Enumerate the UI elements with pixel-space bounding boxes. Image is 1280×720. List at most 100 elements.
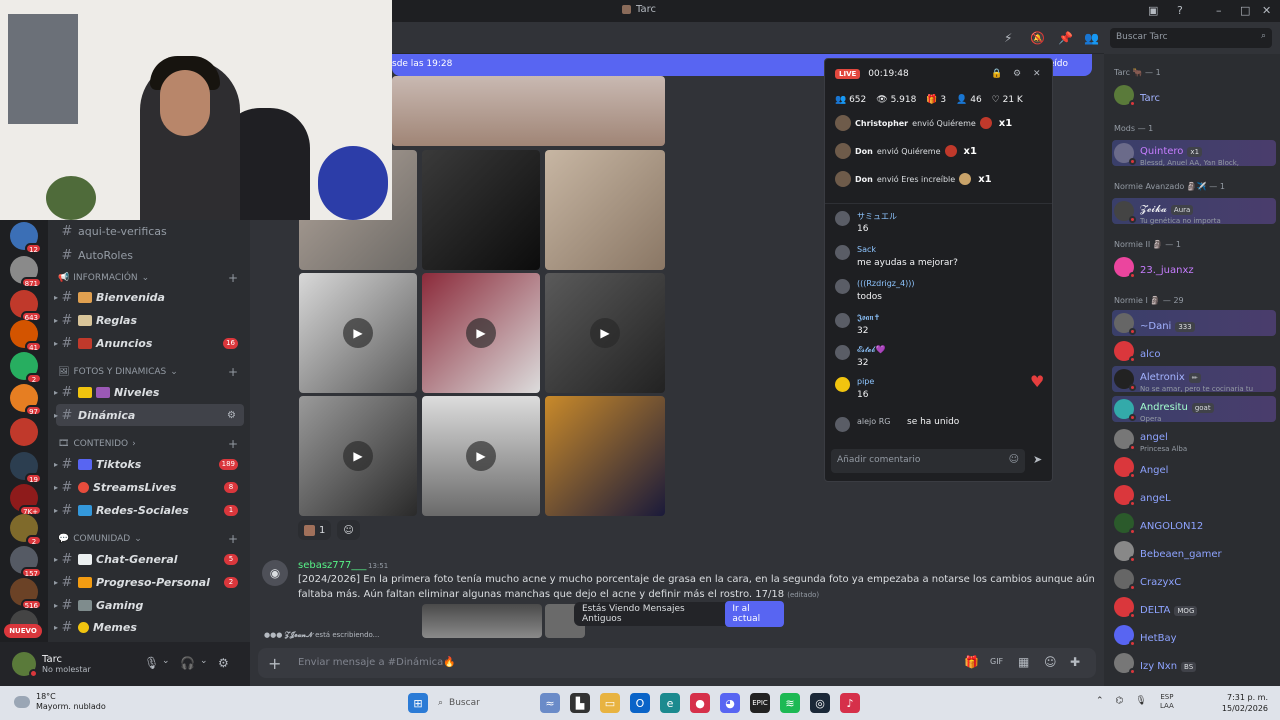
send-icon[interactable]: ➤ <box>1033 453 1042 466</box>
member-item[interactable]: HetBay <box>1112 622 1276 648</box>
threads-icon[interactable]: ⚡ <box>1004 31 1012 45</box>
channel-progreso[interactable]: ▸ # Progreso-Personal 2 <box>54 571 244 593</box>
channel-autoroles[interactable]: # AutoRoles <box>56 244 244 266</box>
category-contenido[interactable]: 🎞 CONTENIDO › + <box>58 436 238 452</box>
video-4[interactable]: ▶ <box>299 396 417 516</box>
gear-icon[interactable]: ⚙ <box>218 656 229 670</box>
avatar[interactable] <box>12 652 38 678</box>
add-reaction-button[interactable]: ☺ <box>337 520 360 540</box>
member-item[interactable]: Bebeaen_gamer <box>1112 538 1276 564</box>
channel-settings-icon[interactable]: ⚙ <box>227 410 236 421</box>
channel-niveles[interactable]: ▸ # Niveles <box>54 381 244 403</box>
epic-games-icon[interactable]: EPIC <box>750 693 770 713</box>
server-icon[interactable]: 2 <box>10 514 42 546</box>
member-item[interactable]: Angel <box>1112 454 1276 480</box>
gear-icon[interactable]: ⚙ <box>1013 69 1021 79</box>
category-fotos[interactable]: 🖼 FOTOS Y DINAMICAS ⌄ + <box>58 364 238 380</box>
channel-streamslives[interactable]: ▸ # StreamsLives 8 <box>54 476 244 498</box>
discord-icon[interactable]: ◕ <box>720 693 740 713</box>
add-channel-icon[interactable]: + <box>228 437 238 451</box>
member-item[interactable]: Andresitu goat Opera <box>1112 396 1276 423</box>
outlook-icon[interactable]: O <box>630 693 650 713</box>
user-info[interactable]: Tarc No molestar <box>42 654 91 674</box>
fish-app-icon[interactable]: ≈ <box>540 693 560 713</box>
member-item[interactable]: alco <box>1112 338 1276 364</box>
video-2[interactable]: ▶ <box>422 273 540 393</box>
edge-icon[interactable]: e <box>660 693 680 713</box>
play-icon[interactable]: ▶ <box>343 441 373 471</box>
microphone-icon[interactable]: 🎙 <box>144 656 159 670</box>
channel-dinamica[interactable]: ▸ # Dinámica ⚙ <box>54 404 244 426</box>
channel-tiktoks[interactable]: ▸ # Tiktoks 189 <box>54 453 244 475</box>
message-input[interactable]: + Enviar mensaje a #Dinámica🔥 🎁 GIF ▦ ☺ … <box>258 648 1096 678</box>
server-icon[interactable]: 643 <box>10 290 42 322</box>
reaction-chip[interactable]: 1 <box>298 520 332 540</box>
apps-icon[interactable]: ✚ <box>1070 655 1080 669</box>
server-icon[interactable]: 12 <box>10 222 42 254</box>
video-6[interactable] <box>545 396 665 516</box>
weather-widget[interactable]: 18°C Mayorm. nublado <box>14 692 106 712</box>
channel-reglas[interactable]: ▸ # Reglas <box>54 309 244 331</box>
minimize-button[interactable]: – <box>1216 4 1222 17</box>
spotify-icon[interactable]: ≋ <box>780 693 800 713</box>
lock-icon[interactable]: 🔒 <box>991 69 1002 79</box>
emoji-icon[interactable]: ☺ <box>1044 655 1057 669</box>
add-channel-icon[interactable]: + <box>228 532 238 546</box>
gift-icon[interactable]: 🎁 <box>964 655 979 669</box>
category-informacion[interactable]: 📢 INFORMACIÓN ⌄ + <box>58 270 238 286</box>
member-item[interactable]: ANGOLON12 <box>1112 510 1276 536</box>
member-item[interactable]: DELTA MOG <box>1112 594 1276 620</box>
channel-verificas[interactable]: # aqui-te-verificas <box>56 220 244 242</box>
server-icon[interactable]: 97 <box>10 384 42 416</box>
new-badge[interactable]: NUEVO <box>4 624 42 638</box>
chevron-down-icon[interactable]: ⌄ <box>200 656 208 666</box>
comment-input[interactable]: Añadir comentario ☺ <box>831 449 1025 473</box>
headphones-icon[interactable]: 🎧 <box>180 656 195 670</box>
member-item[interactable]: Tarc <box>1112 82 1276 108</box>
server-icon[interactable]: 871 <box>10 256 42 288</box>
server-icon[interactable]: 2 <box>10 352 42 384</box>
photo-2[interactable] <box>422 150 540 270</box>
play-icon[interactable]: ▶ <box>466 441 496 471</box>
chevron-down-icon[interactable]: ⌄ <box>162 656 170 666</box>
server-icon[interactable]: 516 <box>10 578 42 610</box>
channel-bienvenida[interactable]: ▸ # Bienvenida <box>54 286 244 308</box>
mute-bell-icon[interactable]: 🔕 <box>1030 31 1045 45</box>
search-input[interactable]: Buscar Tarc ⌕ <box>1110 28 1272 48</box>
category-comunidad[interactable]: 💬 COMUNIDAD ⌄ + <box>58 531 238 547</box>
member-item[interactable]: angel Princesa Alba <box>1112 426 1276 453</box>
gif-icon[interactable]: GIF <box>990 657 1003 666</box>
video-1[interactable]: ▶ <box>299 273 417 393</box>
channel-chatgeneral[interactable]: ▸ # Chat-General 5 <box>54 548 244 570</box>
video-5[interactable]: ▶ <box>422 396 540 516</box>
jump-to-present-button[interactable]: Ir al actual <box>725 601 784 627</box>
pin-icon[interactable]: 📌 <box>1058 31 1073 45</box>
member-item[interactable]: CrazyxC <box>1112 566 1276 592</box>
microphone-icon[interactable]: 🎙 <box>1135 696 1146 706</box>
member-item[interactable]: ~Dani 333 <box>1112 310 1276 336</box>
emoji-icon[interactable]: ☺ <box>1009 454 1019 465</box>
clock[interactable]: 7:31 p. m. 15/02/2026 <box>1222 692 1268 714</box>
language-indicator[interactable]: ESP LAA <box>1160 693 1174 711</box>
play-icon[interactable]: ▶ <box>590 318 620 348</box>
close-button[interactable]: ✕ <box>1262 4 1271 17</box>
inbox-icon[interactable]: ▣ <box>1148 4 1158 17</box>
tiktok-icon[interactable]: ♪ <box>840 693 860 713</box>
play-icon[interactable]: ▶ <box>343 318 373 348</box>
channel-memes[interactable]: ▸ # Memes <box>54 616 244 638</box>
member-item[interactable]: 𝓩𝓮𝓲𝓴𝓪 Aura Tu genética no importa <box>1112 198 1276 225</box>
play-icon[interactable]: ▶ <box>466 318 496 348</box>
avatar[interactable]: ◉ <box>262 560 288 586</box>
windows-start-icon[interactable]: ⊞ <box>408 693 428 713</box>
chevron-up-icon[interactable]: ⌃ <box>1096 696 1104 706</box>
network-icon[interactable]: ⌬ <box>1116 696 1124 706</box>
server-icon[interactable]: 19 <box>10 452 42 484</box>
maximize-button[interactable]: □ <box>1240 4 1250 17</box>
record-app-icon[interactable]: ● <box>690 693 710 713</box>
channel-anuncios[interactable]: ▸ # Anuncios 16 <box>54 332 244 354</box>
folder-icon[interactable]: ▭ <box>600 693 620 713</box>
taskbar-search[interactable]: ⌕ Buscar <box>438 693 530 713</box>
close-icon[interactable]: ✕ <box>1033 69 1041 79</box>
channel-redes[interactable]: ▸ # Redes-Sociales 1 <box>54 499 244 521</box>
members-icon[interactable]: 👥 <box>1084 31 1099 45</box>
